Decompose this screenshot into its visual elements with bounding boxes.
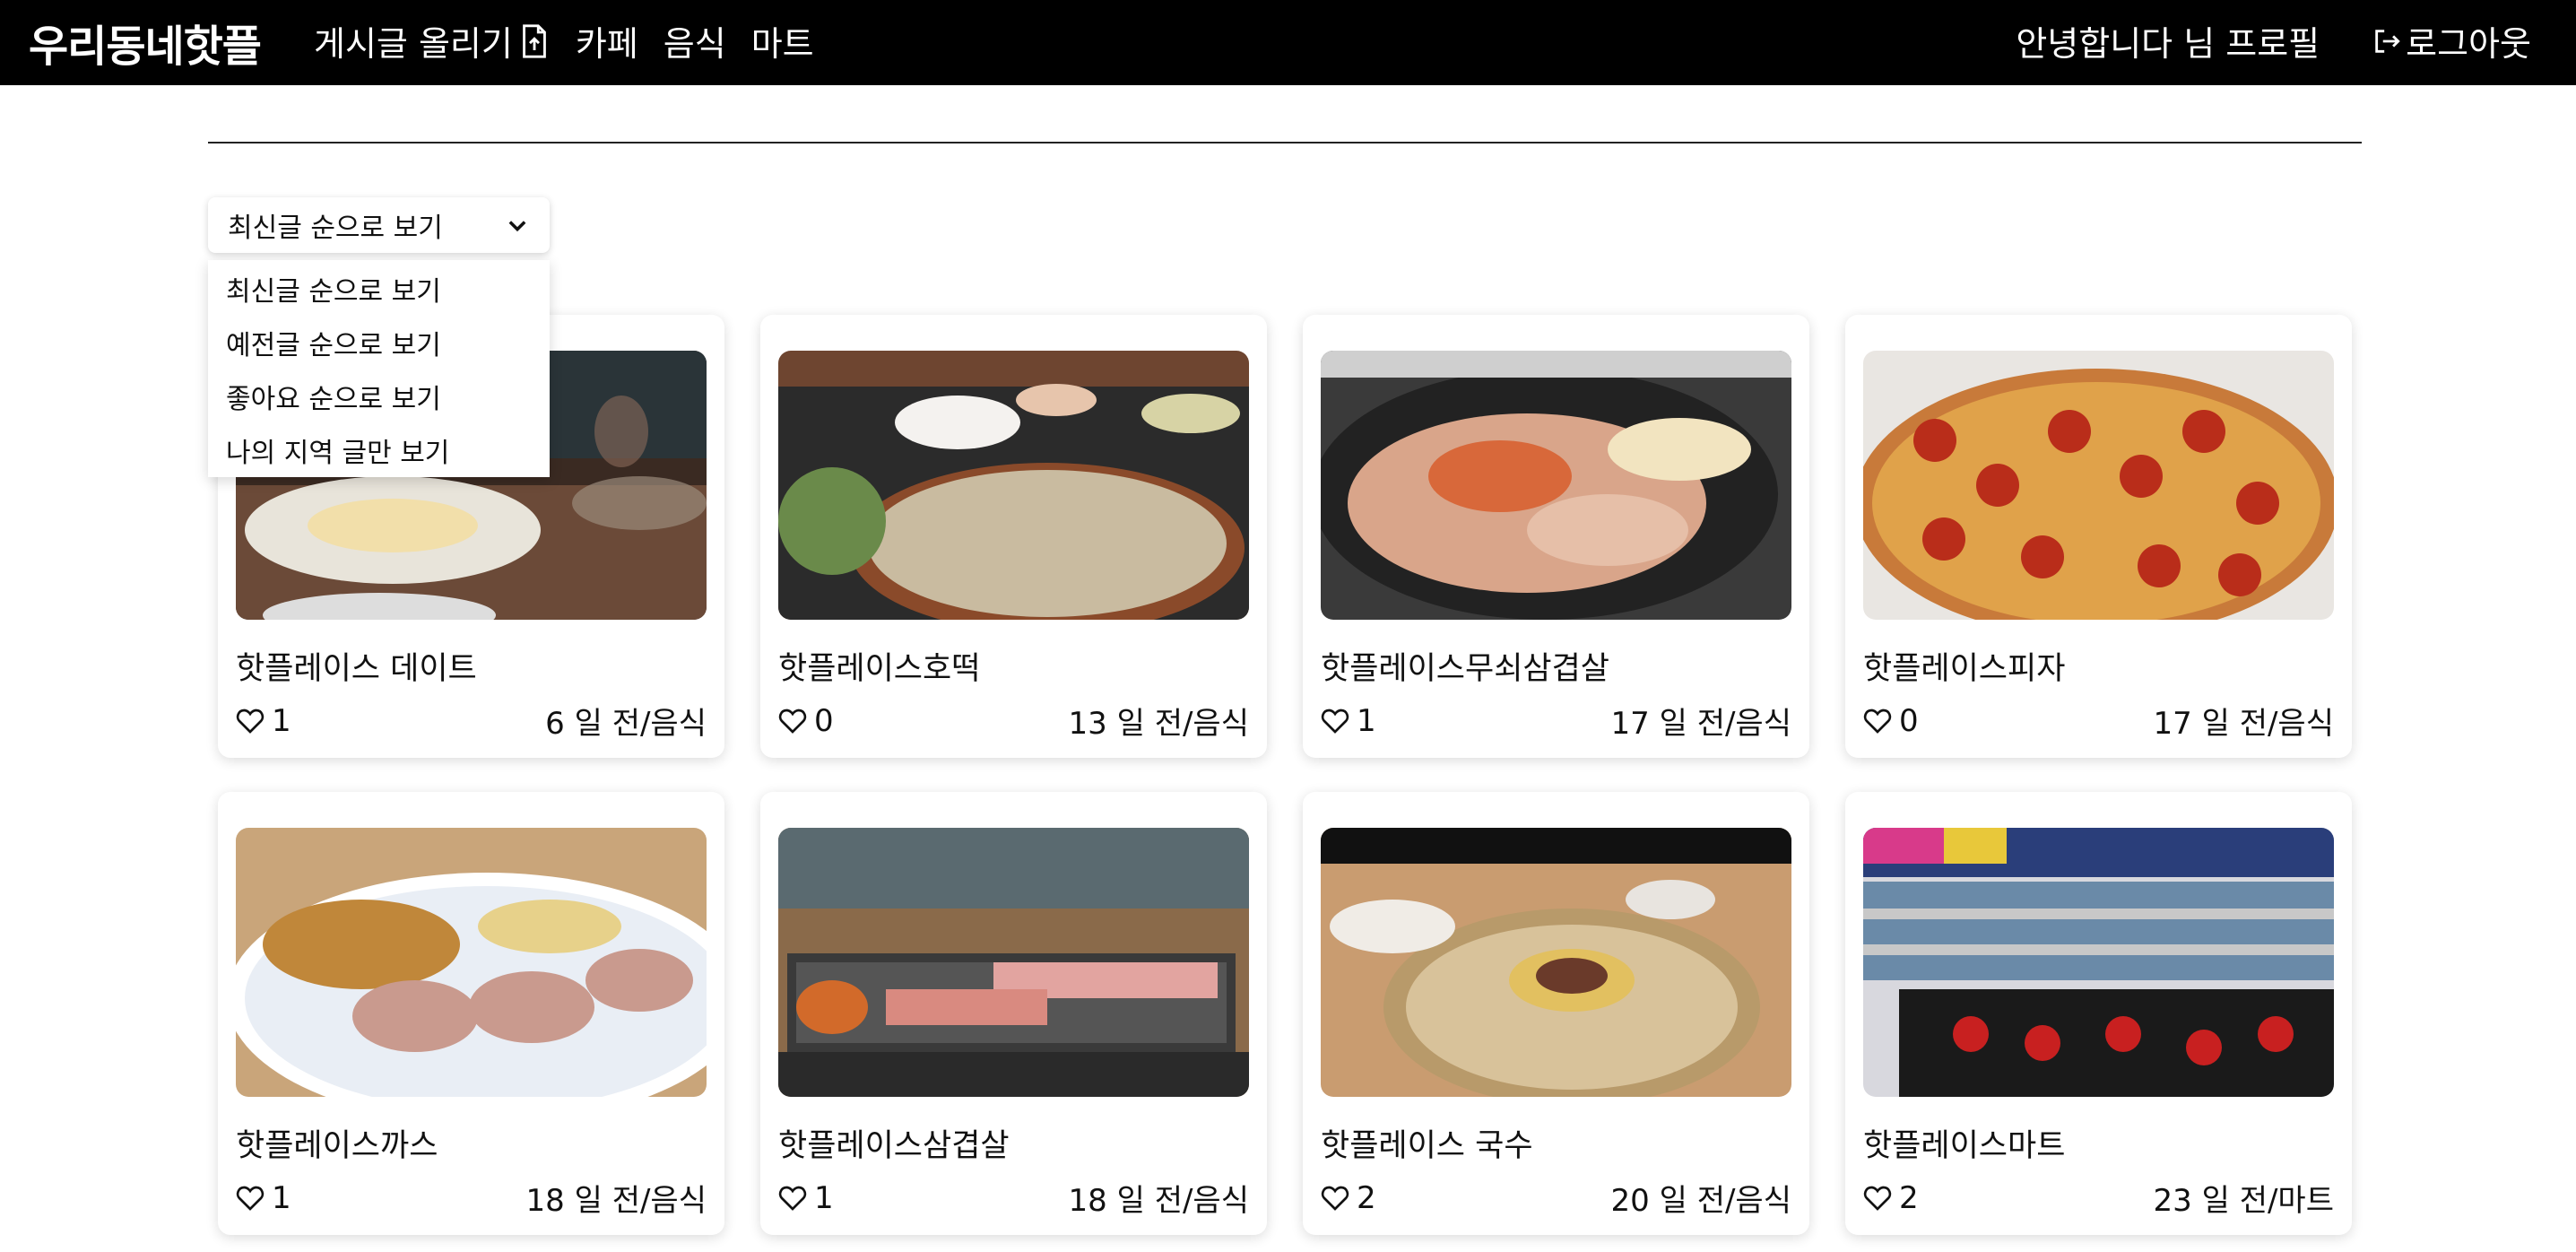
post-title[interactable]: 핫플레이스까스 [236,1120,438,1166]
samgyeopsal-photo [778,828,1249,1097]
post-date-category: 18 일 전/음식 [525,1183,707,1219]
post-meta-row: 2 20 일 전/음식 [1321,1176,1791,1220]
post-thumbnail[interactable] [1321,828,1791,1097]
post-thumbnail[interactable] [1863,351,2334,620]
grill-pork-photo [1321,351,1791,620]
nav-mart[interactable]: 마트 [751,16,814,65]
like-count: 1 [272,702,291,739]
heart-icon [1321,1186,1349,1211]
user-nav: 안녕합니다 님 프로필 로그아웃 [2016,16,2531,65]
post-card[interactable]: 핫플레이스피자 0 17 일 전/음식 [1845,315,2352,758]
heart-icon [236,709,265,734]
post-date-category: 23 일 전/마트 [2153,1183,2334,1219]
pancake-photo [778,351,1249,620]
main-nav: 게시글 올리기 카페 음식 마트 [314,16,839,65]
like-count: 2 [1357,1179,1376,1216]
post-title[interactable]: 핫플레이스무쇠삼겹살 [1321,643,1609,689]
post-date-category: 13 일 전/음식 [1068,706,1249,742]
post-date-category: 6 일 전/음식 [545,706,707,742]
brand-logo[interactable]: 우리동네핫플 [29,11,262,74]
post-thumbnail[interactable] [1863,828,2334,1097]
post-title[interactable]: 핫플레이스삼겹살 [778,1120,1010,1166]
post-title[interactable]: 핫플레이스 데이트 [236,643,477,689]
post-upload-link[interactable]: 게시글 올리기 [314,16,551,65]
post-title[interactable]: 핫플레이스피자 [1863,643,2065,689]
post-card[interactable]: 핫플레이스무쇠삼겹살 1 17 일 전/음식 [1303,315,1809,758]
like-count: 1 [814,1179,834,1216]
post-card[interactable]: 핫플레이스호떡 0 13 일 전/음식 [760,315,1267,758]
post-meta-row: 2 23 일 전/마트 [1863,1176,2334,1220]
nav-food[interactable]: 음식 [664,16,726,65]
sort-selected-value: 최신글 순으로 보기 [228,213,443,244]
heart-icon [1863,709,1892,734]
logout-button[interactable]: 로그아웃 [2372,16,2531,65]
sort-option-oldest[interactable]: 예전글 순으로 보기 [208,319,550,373]
profile-link[interactable]: 안녕합니다 님 프로필 [2016,16,2320,65]
post-title[interactable]: 핫플레이스마트 [1863,1120,2065,1166]
post-thumbnail[interactable] [778,828,1249,1097]
logout-icon [2375,29,2400,53]
like-button[interactable]: 2 [1321,1180,1376,1216]
post-meta-row: 1 18 일 전/음식 [236,1176,707,1220]
heart-icon [778,1186,807,1211]
nav-cafe[interactable]: 카페 [576,16,638,65]
like-button[interactable]: 2 [1863,1180,1919,1216]
heart-icon [778,709,807,734]
post-card[interactable]: 핫플레이스마트 2 23 일 전/마트 [1845,792,2352,1235]
file-upload-icon [522,23,546,58]
sort-option-likes[interactable]: 좋아요 순으로 보기 [208,373,550,427]
post-card[interactable]: 핫플레이스삼겹살 1 18 일 전/음식 [760,792,1267,1235]
like-count: 0 [1899,702,1919,739]
post-card[interactable]: 핫플레이스까스 1 18 일 전/음식 [218,792,724,1235]
like-count: 0 [814,702,834,739]
post-date-category: 20 일 전/음식 [1610,1183,1791,1219]
post-date-category: 17 일 전/음식 [2153,706,2334,742]
top-navbar: 우리동네핫플 게시글 올리기 카페 음식 마트 안녕합니다 님 프로필 로그아웃 [0,0,2576,85]
liquor-store-photo [1863,828,2334,1097]
chevron-down-icon [508,221,526,232]
post-upload-label: 게시글 올리기 [314,24,513,64]
sort-dropdown-menu: 최신글 순으로 보기 예전글 순으로 보기 좋아요 순으로 보기 나의 지역 글… [208,260,550,477]
heart-icon [1863,1186,1892,1211]
like-button[interactable]: 1 [778,1180,834,1216]
post-card[interactable]: 핫플레이스 국수 2 20 일 전/음식 [1303,792,1809,1235]
like-count: 1 [272,1179,291,1216]
logout-label: 로그아웃 [2406,24,2531,64]
sort-option-my-region[interactable]: 나의 지역 글만 보기 [208,427,550,481]
post-meta-row: 1 6 일 전/음식 [236,699,707,743]
katsu-photo [236,828,707,1097]
post-title[interactable]: 핫플레이스호떡 [778,643,980,689]
post-meta-row: 0 17 일 전/음식 [1863,699,2334,743]
like-button[interactable]: 1 [236,1180,291,1216]
section-divider [208,142,2362,143]
like-button[interactable]: 1 [236,703,291,739]
post-meta-row: 0 13 일 전/음식 [778,699,1249,743]
like-count: 2 [1899,1179,1919,1216]
post-meta-row: 1 18 일 전/음식 [778,1176,1249,1220]
like-button[interactable]: 0 [778,703,834,739]
post-date-category: 17 일 전/음식 [1610,706,1791,742]
post-meta-row: 1 17 일 전/음식 [1321,699,1791,743]
noodle-photo [1321,828,1791,1097]
post-date-category: 18 일 전/음식 [1068,1183,1249,1219]
post-thumbnail[interactable] [1321,351,1791,620]
sort-select[interactable]: 최신글 순으로 보기 [208,197,550,253]
heart-icon [236,1186,265,1211]
like-count: 1 [1357,702,1376,739]
post-title[interactable]: 핫플레이스 국수 [1321,1120,1533,1166]
post-thumbnail[interactable] [236,828,707,1097]
post-thumbnail[interactable] [778,351,1249,620]
pepperoni-pizza-photo [1863,351,2334,620]
sort-option-latest[interactable]: 최신글 순으로 보기 [208,265,550,319]
like-button[interactable]: 0 [1863,703,1919,739]
heart-icon [1321,709,1349,734]
like-button[interactable]: 1 [1321,703,1376,739]
